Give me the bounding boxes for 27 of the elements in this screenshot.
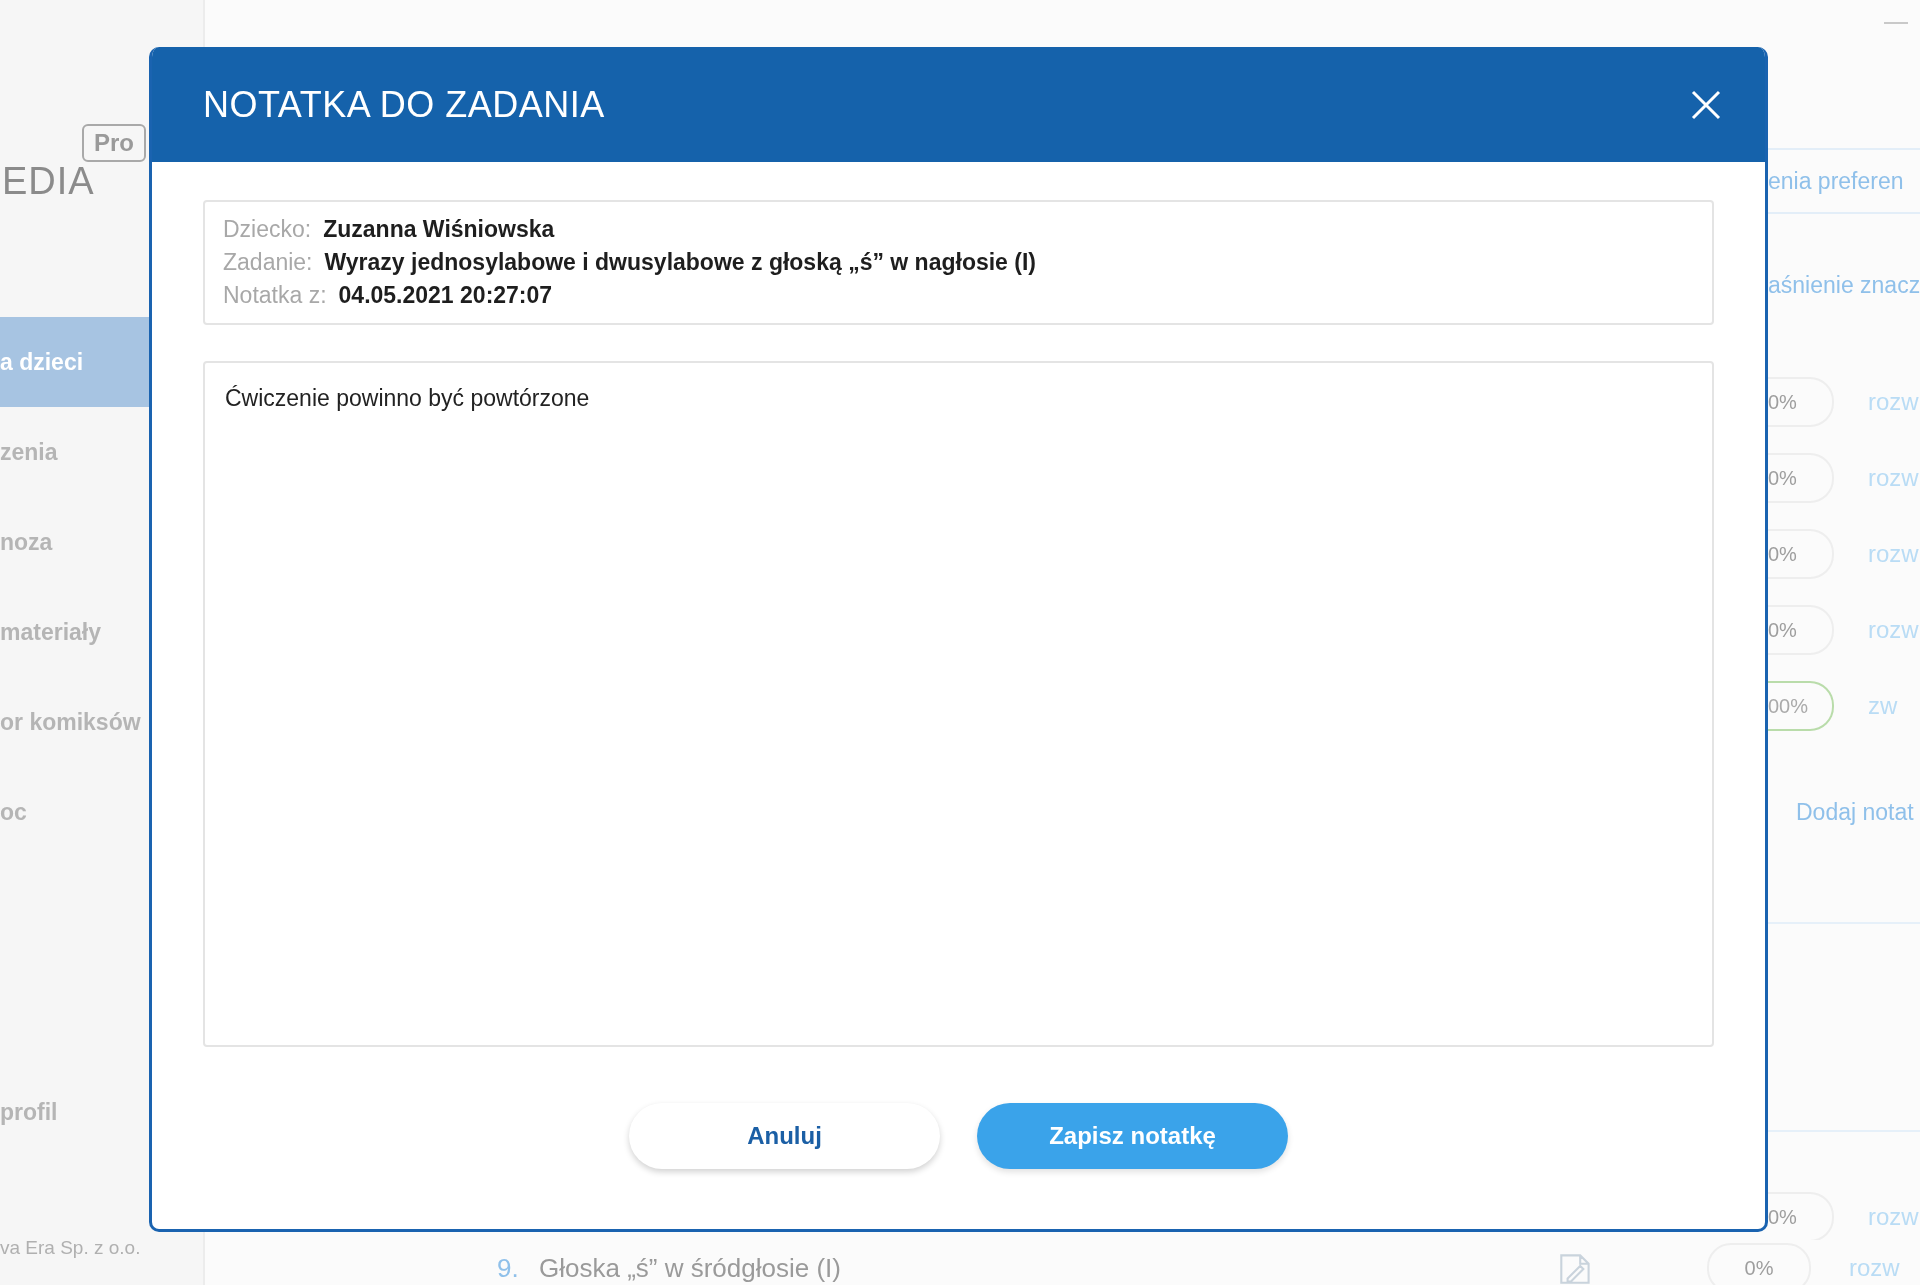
task-title: Głoska „ś” w śródgłosie (I) <box>539 1252 842 1284</box>
copyright-text: va Era Sp. z o.o. <box>0 1237 142 1259</box>
info-value: Wyrazy jednosylabowe i dwusylabowe z głoską „ś” w nagłosie (I) <box>324 249 1036 276</box>
action-link[interactable]: rozw <box>1868 540 1919 568</box>
info-value: Zuzanna Wiśniowska <box>323 216 555 243</box>
note-field[interactable]: Ćwiczenie powinno być powtórzone <box>203 361 1714 1047</box>
action-link[interactable]: rozw <box>1868 1203 1919 1231</box>
minimize-icon[interactable] <box>1884 22 1908 24</box>
save-button[interactable]: Zapisz notatkę <box>977 1103 1288 1169</box>
dialog-title: NOTATKA DO ZADANIA <box>203 83 605 126</box>
info-label: Notatka z: <box>223 282 327 309</box>
action-link[interactable]: rozw <box>1849 1254 1900 1282</box>
action-link[interactable]: rozw <box>1868 616 1919 644</box>
task-number: 9. <box>497 1252 520 1284</box>
cancel-button[interactable]: Anuluj <box>629 1103 940 1169</box>
logo-badge: Pro <box>82 124 146 162</box>
link[interactable]: aśnienie znacz <box>1768 272 1920 299</box>
progress-pill: 0% <box>1707 1243 1811 1285</box>
info-label: Zadanie: <box>223 249 313 276</box>
close-icon[interactable] <box>1691 89 1721 120</box>
action-link[interactable]: rozw <box>1868 464 1919 492</box>
logo-text: EDIA <box>2 160 95 203</box>
info-value: 04.05.2021 20:27:07 <box>338 282 553 309</box>
action-link[interactable]: zw <box>1868 692 1898 720</box>
info-label: Dziecko: <box>223 216 312 243</box>
action-link[interactable]: rozw <box>1868 388 1919 416</box>
add-note-link[interactable]: Dodaj notat <box>1768 799 1920 826</box>
